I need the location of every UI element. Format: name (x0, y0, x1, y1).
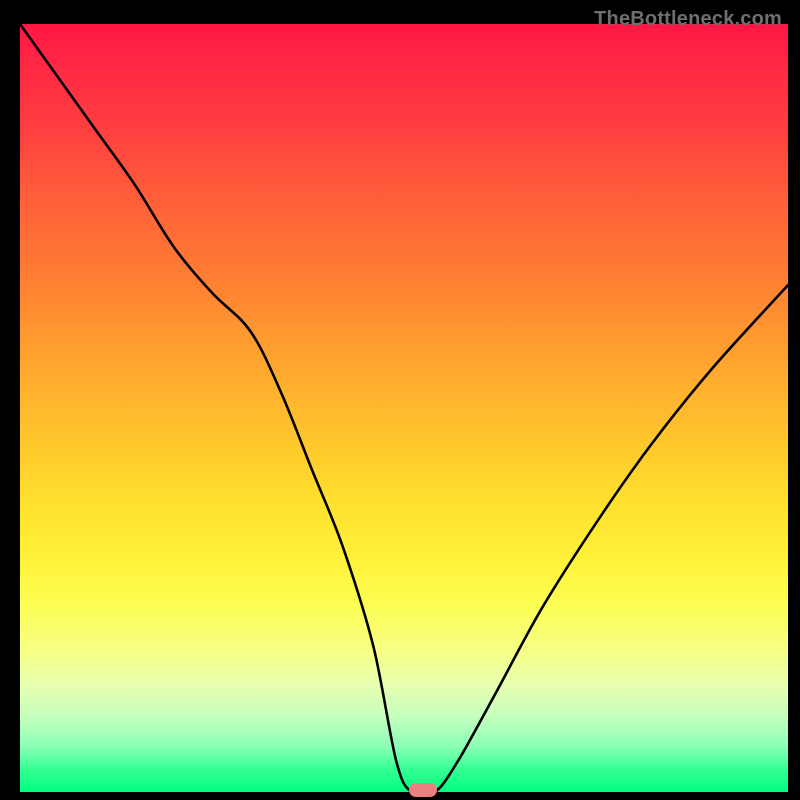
balance-marker (409, 783, 437, 797)
bottleneck-curve (20, 24, 788, 792)
chart-frame: TheBottleneck.com (8, 8, 792, 792)
